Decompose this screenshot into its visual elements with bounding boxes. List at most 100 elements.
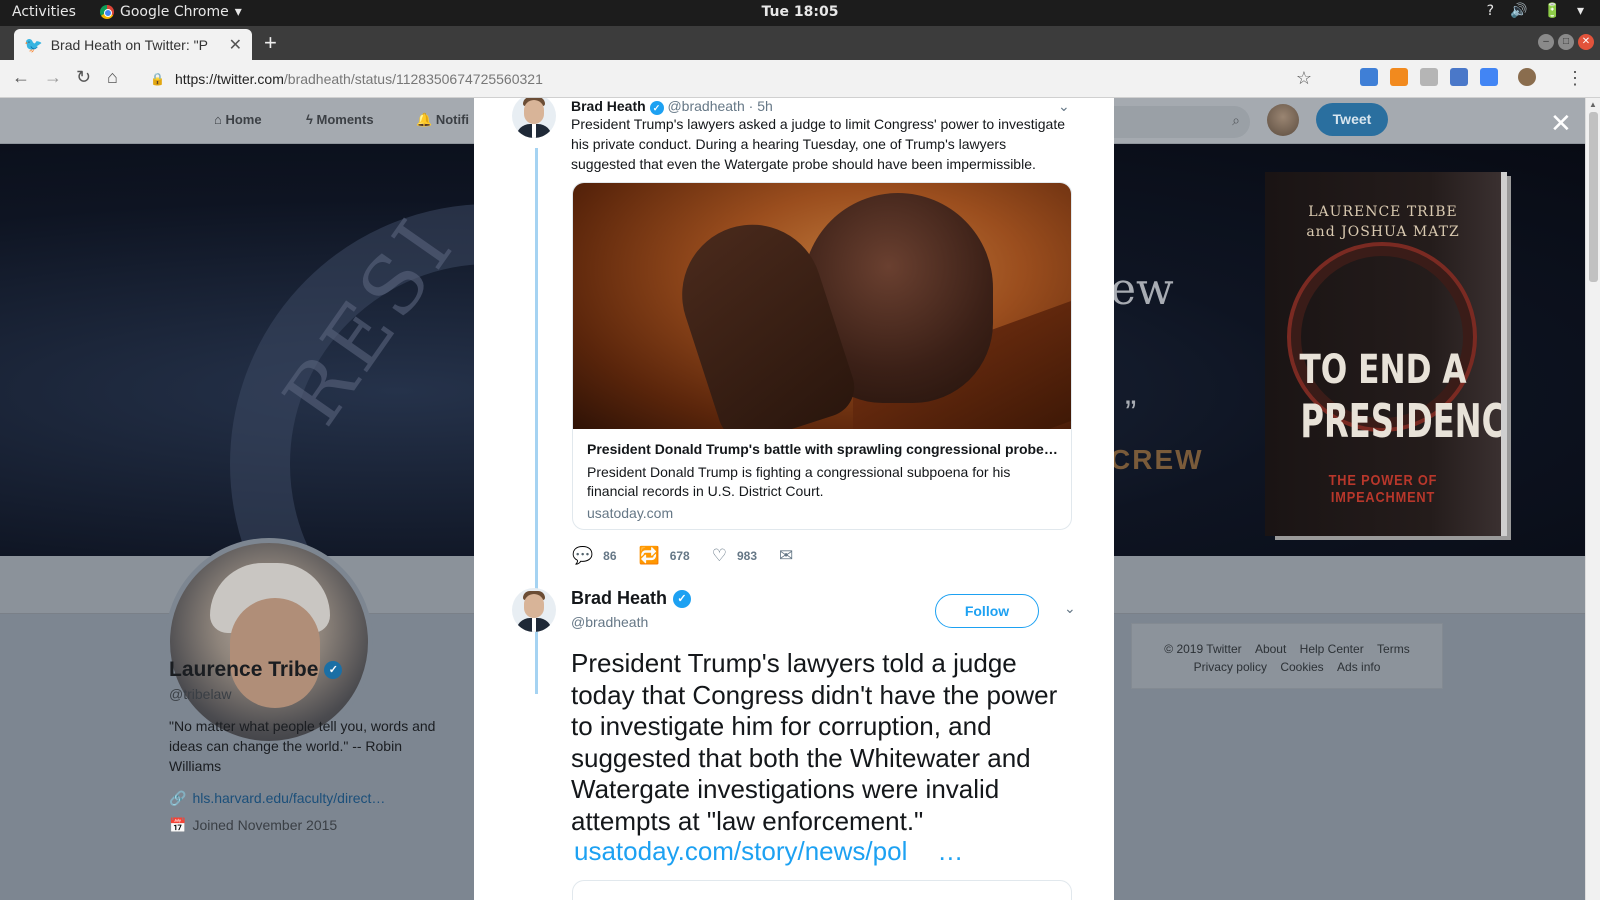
app-name: Google Chrome (120, 4, 229, 20)
footer-cookies-link[interactable]: Cookies (1280, 660, 1323, 674)
retweet-action[interactable]: 🔁 678 (639, 546, 690, 566)
link-preview-card[interactable]: President Donald Trump's battle with spr… (572, 182, 1072, 530)
profile-website[interactable]: 🔗 hls.harvard.edu/faculty/direct… (169, 790, 449, 807)
nav-moments[interactable]: ϟ Moments (306, 112, 374, 127)
footer-terms-link[interactable]: Terms (1377, 642, 1410, 656)
tweet-text: President Trump's lawyers told a judge t… (571, 648, 1058, 836)
browser-tab[interactable]: 🐦 Brad Heath on Twitter: "P ✕ (14, 29, 252, 60)
envelope-icon: ✉ (779, 546, 794, 565)
profile-joined: 📅 Joined November 2015 (169, 817, 449, 834)
avatar-tie (532, 618, 536, 632)
chevron-down-icon[interactable]: ▾ (1577, 3, 1584, 19)
dm-action[interactable]: ✉ (779, 546, 793, 566)
system-tray[interactable]: ? 🔊 🔋 ▾ (1487, 3, 1584, 19)
footer-help-link[interactable]: Help Center (1300, 642, 1364, 656)
maximize-button[interactable]: □ (1558, 34, 1574, 50)
follow-button[interactable]: Follow (935, 594, 1039, 628)
banner-text-fragment: CREW (1110, 444, 1204, 475)
address-bar[interactable]: 🔒 https://twitter.com/bradheath/status/1… (144, 64, 1330, 94)
tweet-link[interactable]: usatoday.com/story/news/pol … (574, 836, 963, 867)
tweet-link-ellipsis: … (937, 836, 964, 866)
forward-icon[interactable]: → (44, 67, 62, 88)
chrome-menu-icon[interactable]: ⋮ (1566, 68, 1584, 89)
twitter-footer: © 2019 Twitter About Help Center Terms P… (1131, 623, 1443, 689)
window-controls: – □ ✕ (1538, 34, 1594, 50)
reload-icon[interactable]: ↻ (76, 67, 91, 88)
minimize-button[interactable]: – (1538, 34, 1554, 50)
tweet-author-name[interactable]: Brad Heath (571, 588, 667, 609)
card-description: President Donald Trump is fighting a con… (587, 464, 1011, 499)
chrome-icon (100, 5, 114, 19)
page-scrollbar[interactable]: ▲ (1585, 98, 1600, 900)
scroll-up-icon[interactable]: ▲ (1589, 100, 1597, 109)
tweet-timestamp[interactable]: · 5h (749, 98, 773, 114)
rss-icon[interactable] (1390, 68, 1408, 86)
close-icon[interactable]: ✕ (1550, 108, 1572, 139)
extension-icon[interactable] (1360, 68, 1378, 86)
sound-icon[interactable]: 🔊 (1510, 3, 1527, 19)
card-title: President Donald Trump's battle with spr… (587, 441, 1058, 457)
window-close-button[interactable]: ✕ (1578, 34, 1594, 50)
extensions-area (1360, 68, 1536, 86)
scrollbar-thumb[interactable] (1589, 112, 1598, 282)
book-cover-image: LAURENCE TRIBE and JOSHUA MATZ TO END A … (1265, 172, 1501, 536)
extension-icon[interactable] (1420, 68, 1438, 86)
compose-tweet-button[interactable]: Tweet (1316, 103, 1388, 136)
nav-notifications[interactable]: 🔔 Notifi (416, 112, 469, 128)
app-menu[interactable]: Google Chrome ▾ (100, 4, 242, 20)
profile-name[interactable]: Laurence Tribe (169, 658, 318, 682)
tweet-author-avatar[interactable] (512, 588, 556, 632)
tweet-options-chevron-icon[interactable]: ⌄ (1064, 600, 1076, 617)
like-action[interactable]: ♡ 983 (712, 546, 757, 566)
book-authors: LAURENCE TRIBE and JOSHUA MATZ (1265, 202, 1501, 242)
account-avatar[interactable] (1267, 104, 1299, 136)
lock-icon[interactable]: 🔒 (150, 72, 165, 86)
help-icon[interactable]: ? (1487, 3, 1494, 19)
verified-badge-icon: ✓ (324, 661, 343, 679)
retweet-icon: 🔁 (638, 546, 660, 565)
avatar-face (524, 594, 544, 618)
tweet-author-avatar[interactable] (512, 98, 556, 138)
nav-moments-label: Moments (316, 112, 374, 127)
profile-website-url[interactable]: hls.harvard.edu/faculty/direct… (192, 790, 385, 807)
reply-count: 86 (603, 549, 617, 563)
bookmark-star-icon[interactable]: ☆ (1296, 68, 1312, 89)
nav-home[interactable]: ⌂ Home (214, 112, 262, 127)
tweet-author-name[interactable]: Brad Heath (571, 98, 646, 114)
tweet-author-name-row: Brad Heath ✓ (571, 588, 692, 609)
profile-card: Laurence Tribe ✓ @tribelaw "No matter wh… (169, 658, 449, 834)
heart-icon: ♡ (711, 546, 727, 565)
profile-handle[interactable]: @tribelaw (169, 686, 449, 702)
tweet-author-handle[interactable]: @bradheath (667, 98, 744, 114)
browser-toolbar: ← → ↻ ⌂ 🔒 https://twitter.com/bradheath/… (0, 60, 1600, 98)
activities-button[interactable]: Activities (12, 4, 76, 20)
reply-action[interactable]: 💬 86 (572, 546, 617, 566)
retweet-count: 678 (669, 549, 690, 563)
footer-ads-link[interactable]: Ads info (1337, 660, 1380, 674)
profile-avatar-icon[interactable] (1518, 68, 1536, 86)
profile-name-row: Laurence Tribe ✓ (169, 658, 449, 682)
link-icon: 🔗 (169, 790, 187, 806)
avatar-face (524, 100, 544, 124)
footer-about-link[interactable]: About (1255, 642, 1286, 656)
search-icon[interactable]: ⌕ (1232, 112, 1240, 129)
new-tab-button[interactable]: + (264, 30, 277, 56)
banner-quote-mark: ” (1125, 394, 1137, 432)
book-subtitle: THE POWER OF IMPEACHMENT (1328, 472, 1438, 506)
tab-close-icon[interactable]: ✕ (229, 35, 242, 55)
tweet-author-handle[interactable]: @bradheath (571, 614, 648, 630)
tweet-header: Brad Heath ✓ @bradheath · 5h (571, 98, 773, 115)
avatar-tie (532, 124, 536, 138)
tab-title: Brad Heath on Twitter: "P (50, 36, 208, 53)
translate-icon[interactable] (1480, 68, 1498, 86)
book-author-line: LAURENCE TRIBE (1308, 204, 1458, 220)
camera-icon[interactable] (1450, 68, 1468, 86)
home-icon[interactable]: ⌂ (107, 67, 118, 88)
back-icon[interactable]: ← (12, 67, 30, 88)
link-preview-card[interactable] (572, 880, 1072, 900)
battery-icon[interactable]: 🔋 (1544, 3, 1561, 19)
tweet-options-chevron-icon[interactable]: ⌄ (1058, 98, 1070, 115)
tweet-link-url[interactable]: usatoday.com/story/news/pol (574, 836, 907, 866)
footer-privacy-link[interactable]: Privacy policy (1194, 660, 1267, 674)
verified-badge-icon: ✓ (649, 101, 664, 115)
